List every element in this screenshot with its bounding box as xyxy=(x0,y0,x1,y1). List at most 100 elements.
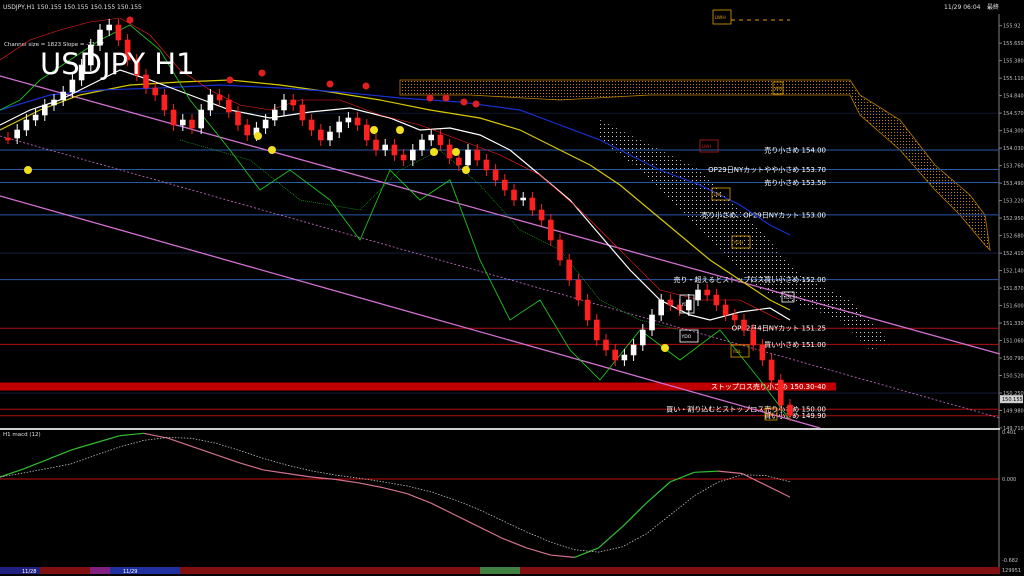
buy-signal-marker xyxy=(254,132,262,140)
price-tick-label: 153.220 xyxy=(1003,199,1024,205)
buy-signal-marker xyxy=(462,166,470,174)
datetime-suffix: 最終 xyxy=(987,3,999,11)
level-box-label: DW xyxy=(767,412,775,418)
sell-signal-marker xyxy=(326,80,334,88)
candle-body xyxy=(152,87,158,96)
price-tick-label: 151.060 xyxy=(1003,339,1024,345)
candle-body xyxy=(621,354,628,361)
candle-body xyxy=(584,299,591,321)
price-tick-label: 154.030 xyxy=(1003,146,1024,152)
candle-body xyxy=(290,99,297,106)
candle-body xyxy=(363,124,370,141)
candle-body xyxy=(382,144,389,151)
buy-signal-marker xyxy=(396,126,404,134)
candle-body xyxy=(695,289,701,301)
candle-body xyxy=(189,119,195,129)
candle-body xyxy=(409,149,416,161)
candle-body xyxy=(658,299,665,316)
candle-body xyxy=(722,304,729,316)
candle-body xyxy=(603,339,609,351)
macd-top-value: 0.401 xyxy=(1002,430,1016,436)
candle-body xyxy=(51,99,57,106)
candle-body xyxy=(69,79,76,93)
candle-body xyxy=(437,134,444,146)
buy-signal-marker xyxy=(268,146,276,154)
price-tick-label: 152.410 xyxy=(1003,251,1024,257)
level-box-label: YDO xyxy=(681,334,692,340)
sell-signal-marker xyxy=(126,16,134,24)
current-price-label: 150.155 xyxy=(1002,397,1023,403)
price-tick-label: 154.840 xyxy=(1003,94,1024,100)
macd-corner-value: 129951 xyxy=(1002,568,1021,574)
buy-signal-marker xyxy=(370,126,378,134)
level-label: ストップロス売り小さめ 150.30-40 xyxy=(711,382,826,391)
level-label: 売り小さめ 153.50 xyxy=(764,178,826,187)
candle-body xyxy=(419,139,425,151)
candle-body xyxy=(704,289,711,296)
candle-body xyxy=(60,91,67,101)
candle-body xyxy=(529,197,536,211)
buy-signal-marker xyxy=(430,148,438,156)
candle-body xyxy=(713,294,720,306)
level-box-label: LWL xyxy=(714,192,724,198)
buy-signal-marker xyxy=(24,166,32,174)
candle-body xyxy=(373,139,379,151)
price-tick-label: 151.600 xyxy=(1003,304,1024,310)
session-date-2: 11/29 xyxy=(123,569,137,575)
candle-body xyxy=(492,169,499,181)
candle-body xyxy=(428,134,435,141)
buy-signal-marker xyxy=(661,344,669,352)
candle-body xyxy=(23,119,30,131)
candle-body xyxy=(317,129,324,141)
level-box-label: LWH xyxy=(702,144,712,150)
price-tick-label: 150.790 xyxy=(1003,356,1024,362)
sell-signal-marker xyxy=(362,82,370,90)
candle-body xyxy=(777,379,784,406)
candle-body xyxy=(207,94,214,111)
candle-body xyxy=(308,119,315,131)
price-tick-label: 152.950 xyxy=(1003,216,1024,222)
candle-body xyxy=(299,104,306,121)
sell-signal-marker xyxy=(226,76,234,84)
candle-body xyxy=(474,149,481,161)
level-box-label: YDH xyxy=(733,240,744,246)
price-tick-label: 155.380 xyxy=(1003,59,1024,65)
level-label: 売り小さめ 154.00 xyxy=(764,146,826,155)
candle-body xyxy=(271,109,278,121)
candle-body xyxy=(115,24,122,41)
candle-body xyxy=(511,189,517,201)
candle-body xyxy=(768,359,775,381)
chart-title: USDJPY H1 xyxy=(40,47,195,81)
level-box-label: YDC xyxy=(681,302,691,308)
price-tick-label: 149.980 xyxy=(1003,409,1024,415)
session-bar: 11/28 11/29 xyxy=(0,567,1000,575)
candle-body xyxy=(446,144,453,159)
candle-body xyxy=(575,279,582,301)
candle-body xyxy=(501,179,508,191)
level-label: OP29日NYカットやや小さめ 153.70 xyxy=(708,165,826,174)
candle-body xyxy=(455,157,462,166)
price-tick-label: 154.300 xyxy=(1003,129,1024,135)
level-box-label: YDL xyxy=(732,349,742,355)
level-label: 売り小さめ、OP29日NYカット 153.00 xyxy=(701,210,826,219)
candle-body xyxy=(630,344,637,356)
candle-body xyxy=(538,209,545,221)
candle-body xyxy=(281,99,287,111)
candle-body xyxy=(244,124,250,136)
macd-bottom-value: -0.682 xyxy=(1002,558,1018,564)
macd-zero-value: 0.000 xyxy=(1002,477,1016,483)
candle-body xyxy=(97,29,103,46)
level-label: 売り・超えるとストップロス買い小さめ 152.00 xyxy=(673,275,826,284)
level-box-label: YDC xyxy=(783,295,793,301)
chart-window[interactable]: USDJPY,H1 150.155 150.155 150.155 150.15… xyxy=(0,0,1024,576)
price-tick-label: 155.110 xyxy=(1003,76,1024,82)
candle-body xyxy=(235,111,241,126)
datetime: 11/29 06:04 xyxy=(944,4,981,11)
candle-body xyxy=(750,329,757,346)
candle-body xyxy=(649,314,655,331)
price-tick-label: 152.140 xyxy=(1003,269,1024,275)
candle-body xyxy=(566,259,573,281)
candle-body xyxy=(161,94,168,111)
level-box-label: LWIH xyxy=(715,15,726,21)
candle-body xyxy=(198,109,204,129)
